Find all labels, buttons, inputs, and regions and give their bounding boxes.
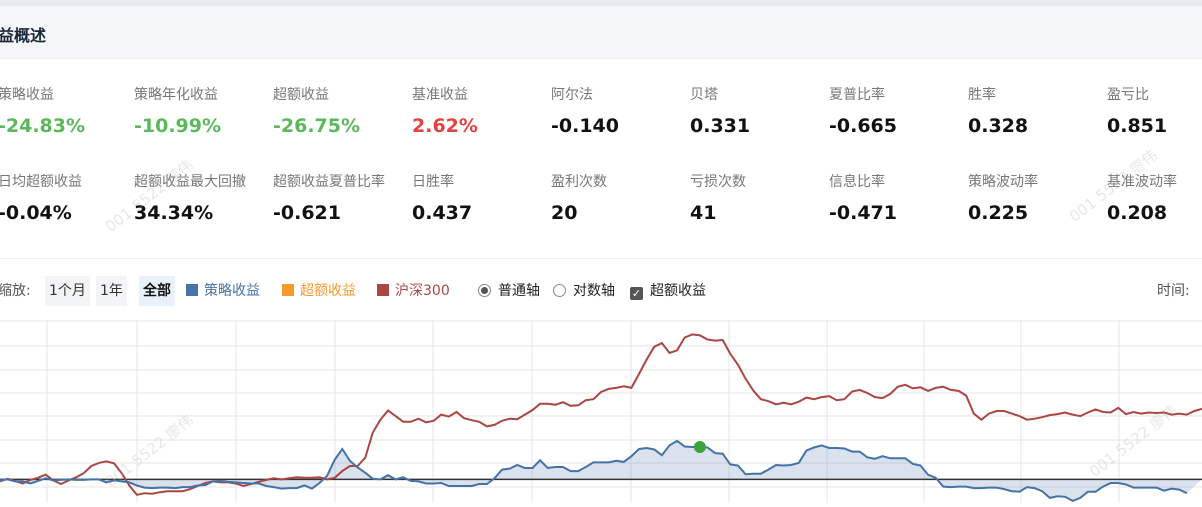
zoom-label: 缩放: [0, 283, 31, 299]
metric-annualized-return: 策略年化收益 -10.99% [134, 86, 274, 138]
metric-value: 2.62% [412, 115, 478, 137]
axis-log-label: 对数轴 [573, 283, 615, 299]
legend-strategy[interactable]: 策略收益 [186, 276, 260, 306]
metric-label: 日胜率 [412, 174, 454, 190]
radio-selected-icon [478, 284, 491, 297]
metric-label: 胜率 [968, 87, 996, 103]
metric-value: -0.140 [551, 115, 619, 137]
metric-label: 阿尔法 [551, 87, 593, 103]
metric-win-count: 盈利次数 20 [551, 173, 691, 225]
metric-label: 日均超额收益 [0, 174, 82, 190]
time-label: 时间: [1157, 283, 1190, 299]
metric-label: 亏损次数 [690, 174, 746, 190]
metric-sharpe: 夏普比率 -0.665 [829, 86, 969, 138]
metric-value: -0.621 [273, 202, 341, 224]
metric-label: 策略波动率 [968, 174, 1038, 190]
metric-value: 0.331 [690, 115, 751, 137]
checkbox-checked-icon: ✓ [630, 287, 643, 300]
legend-excess-label: 超额收益 [300, 283, 356, 299]
metric-excess-return: 超额收益 -26.75% [273, 86, 413, 138]
metric-beta: 贝塔 0.331 [690, 86, 830, 138]
metric-label: 信息比率 [829, 174, 885, 190]
zoom-1-month-button[interactable]: 1个月 [45, 276, 90, 306]
legend-swatch-strategy [186, 284, 198, 296]
axis-log-radio[interactable]: 对数轴 [553, 276, 615, 306]
zoom-1-year-button[interactable]: 1年 [96, 276, 127, 306]
legend-benchmark-label: 沪深300 [395, 283, 450, 299]
metric-excess-sharpe: 超额收益夏普比率 -0.621 [273, 173, 413, 225]
legend-excess[interactable]: 超额收益 [282, 276, 356, 306]
metric-label: 策略年化收益 [134, 87, 218, 103]
metric-profit-loss-ratio: 盈亏比 0.851 [1107, 86, 1202, 138]
metric-label: 超额收益夏普比率 [273, 174, 385, 190]
metric-label: 贝塔 [690, 87, 718, 103]
metric-value: 0.851 [1107, 115, 1168, 137]
legend-benchmark[interactable]: 沪深300 [377, 276, 450, 306]
zoom-all-button[interactable]: 全部 [139, 276, 175, 306]
metric-label: 超额收益 [273, 87, 329, 103]
metric-value: -0.665 [829, 115, 897, 137]
metric-value: -10.99% [134, 115, 222, 137]
section-header: 益概述 [0, 6, 1202, 59]
metric-strategy-return: 策略收益 -24.83% [0, 86, 138, 138]
divider [0, 258, 1202, 259]
legend-swatch-excess [282, 284, 294, 296]
metric-alpha: 阿尔法 -0.140 [551, 86, 691, 138]
metric-label: 盈亏比 [1107, 87, 1149, 103]
axis-normal-radio[interactable]: 普通轴 [478, 276, 540, 306]
metric-label: 策略收益 [0, 87, 54, 103]
excess-return-checkbox-label: 超额收益 [650, 283, 706, 299]
radio-unselected-icon [553, 284, 566, 297]
excess-return-checkbox[interactable]: ✓ 超额收益 [630, 276, 706, 306]
metric-value: 34.34% [134, 202, 214, 224]
metric-value: 41 [690, 202, 717, 224]
metric-win-rate: 胜率 0.328 [968, 86, 1108, 138]
legend-strategy-label: 策略收益 [204, 283, 260, 299]
metric-label: 基准收益 [412, 87, 468, 103]
metric-daily-win-rate: 日胜率 0.437 [412, 173, 552, 225]
metric-label: 盈利次数 [551, 174, 607, 190]
metric-information-ratio: 信息比率 -0.471 [829, 173, 969, 225]
metric-value: 0.437 [412, 202, 473, 224]
metric-label: 夏普比率 [829, 87, 885, 103]
metric-value: 0.208 [1107, 202, 1168, 224]
section-title: 益概述 [0, 26, 47, 45]
metric-value: 0.328 [968, 115, 1029, 137]
metric-benchmark-return: 基准收益 2.62% [412, 86, 552, 138]
metric-value: -24.83% [0, 115, 86, 137]
metric-value: 20 [551, 202, 578, 224]
chart-controls: 缩放: 1个月 1年 全部 策略收益 超额收益 沪深300 普通轴 对数轴 ✓ 超… [0, 276, 1202, 308]
metric-loss-count: 亏损次数 41 [690, 173, 830, 225]
highlight-point[interactable] [693, 440, 706, 453]
metric-value: -26.75% [273, 115, 361, 137]
legend-swatch-benchmark [377, 284, 389, 296]
metric-value: -0.471 [829, 202, 897, 224]
axis-normal-label: 普通轴 [498, 283, 540, 299]
